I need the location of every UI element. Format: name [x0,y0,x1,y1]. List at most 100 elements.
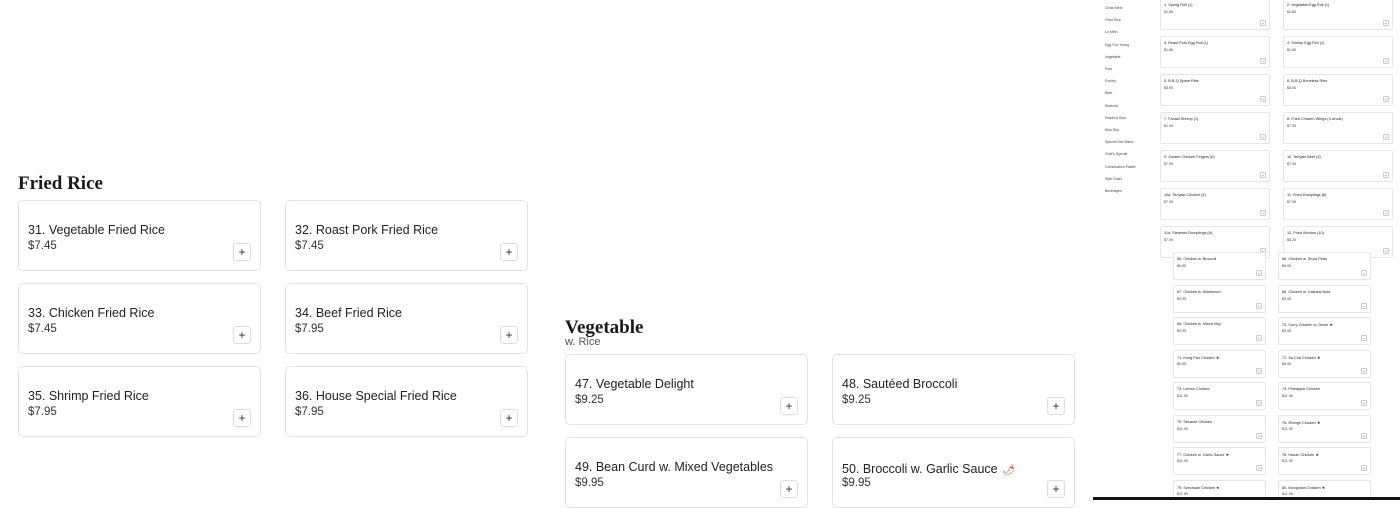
category-link[interactable]: Side Order [1105,177,1122,181]
mini-menu-item-card[interactable]: 8. Fried Chicken Wings (4 whole) $7.95 + [1283,112,1393,144]
mini-menu-item-card[interactable]: 11. Fried Dumplings (8) $7.95 + [1283,188,1393,220]
mini-menu-item-card[interactable]: 4. Shrimp Egg Roll (1) $1.85 + [1283,36,1393,68]
add-to-cart-button[interactable]: + [233,243,251,261]
add-to-cart-button[interactable]: + [500,326,518,344]
category-link[interactable]: Fried Rice [1105,18,1121,22]
category-link[interactable]: Pork [1105,67,1112,71]
mini-add-button[interactable]: + [1361,302,1367,309]
menu-item-card[interactable]: 34. Beef Fried Rice $7.95 + [285,283,528,354]
category-link[interactable]: Combination Platter [1105,165,1136,169]
add-to-cart-button[interactable]: + [500,243,518,261]
category-link[interactable]: Chow Mein [1105,6,1123,10]
menu-item-card[interactable]: 32. Roast Pork Fried Rice $7.45 + [285,200,528,271]
mini-menu-item-card[interactable]: 77. Chicken w. Garlic Sauce ★ $11.95 + [1173,447,1266,475]
mini-add-button[interactable]: + [1256,432,1262,439]
mini-menu-item-card[interactable]: 66. Chicken w. Snow Peas $9.95 + [1278,252,1371,280]
mini-menu-item-card[interactable]: 5. B-B-Q Spare Ribs $8.95 + [1160,74,1270,106]
mini-menu-item-card[interactable]: 72. Sa Cha Chicken ★ $9.95 + [1278,349,1371,378]
mini-menu-item-card[interactable]: 75. Sesame Chicken $11.95 + [1173,414,1266,443]
mini-menu-item-card[interactable]: 6. B-B-Q Boneless Ribs $8.95 + [1283,74,1393,106]
mini-menu-item-card[interactable]: 10. Teriyaki Beef (4) $7.95 + [1283,150,1393,182]
mini-add-button[interactable]: + [1256,465,1262,471]
mini-add-button[interactable]: + [1383,134,1389,140]
category-link[interactable]: Egg Foo Young [1105,43,1129,47]
mini-item-name: 10. Teriyaki Beef (4) [1287,155,1321,159]
add-to-cart-button[interactable]: + [233,326,251,344]
category-link[interactable]: Chef's Special [1105,152,1127,156]
mini-item-name: 76. Orange Chicken ★ [1282,420,1321,425]
category-link[interactable]: Beef [1105,91,1112,95]
mini-add-button[interactable]: + [1361,335,1367,341]
mini-add-button[interactable]: + [1256,302,1262,309]
mini-menu-item-card[interactable]: 65. Chicken w. Broccoli $9.95 + [1173,252,1266,280]
menu-item-card[interactable]: 35. Shrimp Fried Rice $7.95 + [18,366,261,437]
menu-item-card[interactable]: 33. Chicken Fried Rice $7.45 + [18,283,261,354]
category-link[interactable]: Sweet & Sour [1105,116,1126,120]
mini-menu-item-card[interactable]: 71. Kung Pao Chicken ★ $9.95 + [1173,349,1266,378]
mini-menu-item-card[interactable]: 2. Vegetable Egg Roll (1) $1.85 + [1283,0,1393,30]
mini-menu-item-card[interactable]: 69. Chicken w. Mixed Veg. $9.95 + [1173,317,1266,345]
mini-add-button[interactable]: + [1361,432,1367,439]
mini-add-button[interactable]: + [1260,96,1266,102]
add-to-cart-button[interactable]: + [500,409,518,427]
mini-menu-item-card[interactable]: 68. Chicken w. Cashew Nuts $9.95 + [1278,284,1371,313]
mini-menu-item-card[interactable]: 78. Hunan Chicken ★ $11.95 + [1278,447,1371,475]
mini-add-button[interactable]: + [1260,210,1266,216]
menu-item-name: 32. Roast Pork Fried Rice [295,223,439,237]
mini-menu-item-card[interactable]: 10a. Teriyaki Chicken (4) $7.95 + [1160,188,1270,220]
mini-item-name: 80. Mongolian Chicken ★ [1282,485,1326,490]
mini-item-name: 7. Fantail Shrimp (1) [1164,117,1199,121]
mini-menu-item-card[interactable]: 9. Golden Chicken Fingers (6) $7.95 + [1160,150,1270,182]
mini-item-price: $1.85 [1164,10,1173,14]
mini-add-button[interactable]: + [1361,465,1367,471]
mini-add-button[interactable]: + [1383,20,1389,26]
mini-add-button[interactable]: + [1383,96,1389,102]
mini-add-button[interactable]: + [1361,270,1367,276]
add-to-cart-button[interactable]: + [233,409,251,427]
mini-add-button[interactable]: + [1383,210,1389,216]
menu-item-card[interactable]: 47. Vegetable Delight $9.25 + [565,354,808,425]
add-to-cart-button[interactable]: + [780,397,798,415]
mini-menu-item-card[interactable]: 1. Spring Roll (1) $1.85 + [1160,0,1270,30]
mini-menu-item-card[interactable]: 76. Orange Chicken ★ $11.95 + [1278,414,1371,443]
mini-menu-item-card[interactable]: 3. Roast Pork Egg Roll (1) $1.85 + [1160,36,1270,68]
mini-menu-item-card[interactable]: 7. Fantail Shrimp (1) $1.95 + [1160,112,1270,144]
category-link[interactable]: Moo Shu [1105,128,1119,132]
mini-menu-item-card[interactable]: 67. Chicken w. Mushroom $9.95 + [1173,284,1266,313]
mini-add-button[interactable]: + [1383,58,1389,64]
mini-add-button[interactable]: + [1260,20,1266,26]
category-link[interactable]: Beverages [1105,189,1122,193]
mini-menu-item-card[interactable]: 74. Pineapple Chicken $11.95 + [1278,382,1371,410]
mini-add-button[interactable]: + [1260,134,1266,140]
menu-item-card[interactable]: 50. Broccoli w. Garlic Sauce 🌶 $9.95 + [832,437,1075,508]
category-link[interactable]: Poultry [1105,79,1116,83]
mini-add-button[interactable]: + [1383,172,1389,178]
mini-item-name: 68. Chicken w. Cashew Nuts [1282,289,1331,294]
mini-item-price: $7.95 [1164,238,1173,242]
category-link[interactable]: Special Diet Menu [1105,140,1133,144]
mini-item-name: 79. Szechuan Chicken ★ [1177,485,1220,490]
category-link[interactable]: Seafood [1105,104,1118,108]
mini-menu-item-card[interactable]: 73. Lemon Chicken $11.95 + [1173,382,1266,410]
menu-item-card[interactable]: 49. Bean Curd w. Mixed Vegetables $9.95 + [565,437,808,508]
menu-item-card[interactable]: 48. Sautéed Broccoli $9.25 + [832,354,1075,425]
menu-item-card[interactable]: 36. House Special Fried Rice $7.95 + [285,366,528,437]
category-link[interactable]: Lo Mein [1105,30,1117,34]
mini-menu-item-card[interactable]: 70. Curry Chicken w. Onion ★ $9.95 + [1278,317,1371,345]
mini-add-button[interactable]: + [1256,400,1262,406]
mini-add-button[interactable]: + [1256,335,1262,341]
mini-add-button[interactable]: + [1256,270,1262,276]
mini-add-button[interactable]: + [1383,248,1389,254]
mini-add-button[interactable]: + [1260,172,1266,178]
mini-item-name: 72. Sa Cha Chicken ★ [1282,355,1321,360]
add-to-cart-button[interactable]: + [780,480,798,498]
category-link[interactable]: Vegetable [1105,55,1121,59]
add-to-cart-button[interactable]: + [1047,480,1065,498]
mini-add-button[interactable]: + [1256,367,1262,374]
mini-add-button[interactable]: + [1361,400,1367,406]
add-to-cart-button[interactable]: + [1047,397,1065,415]
mini-item-price: $11.95 [1282,426,1293,431]
mini-add-button[interactable]: + [1260,58,1266,64]
menu-item-card[interactable]: 31. Vegetable Fried Rice $7.45 + [18,200,261,271]
mini-add-button[interactable]: + [1361,367,1367,374]
